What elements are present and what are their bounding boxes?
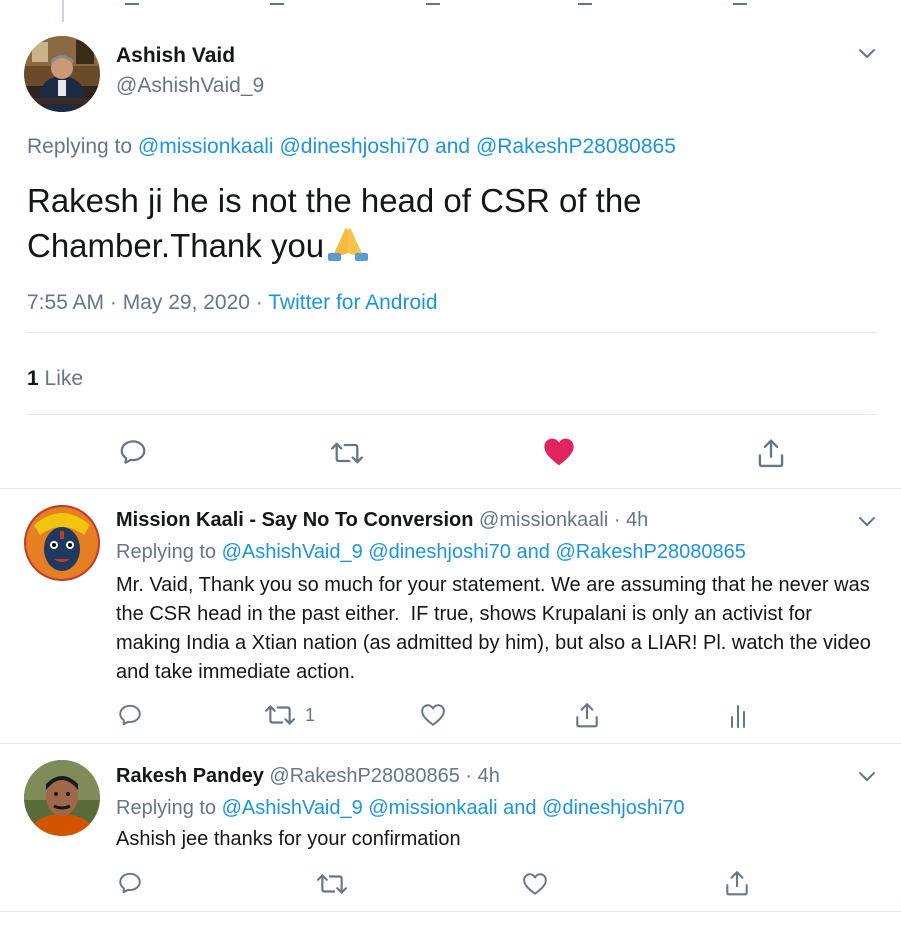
tweet-source-link[interactable]: Twitter for Android <box>268 291 437 314</box>
share-button[interactable] <box>724 869 750 897</box>
retweet-icon[interactable] <box>270 0 284 5</box>
divider <box>27 414 878 415</box>
analytics-icon[interactable] <box>733 0 747 5</box>
mention-link[interactable]: @dineshjoshi70 <box>279 135 429 158</box>
reply-text: Ashish jee thanks for your confirmation <box>116 828 461 850</box>
share-icon <box>758 439 784 468</box>
heart-icon <box>421 704 445 726</box>
mention-link[interactable]: @AshishVaid_9 <box>222 797 363 819</box>
likes-stat[interactable]: 1 Like <box>27 367 83 391</box>
chevron-down-icon[interactable] <box>858 44 876 62</box>
reply-button[interactable] <box>117 870 143 896</box>
avatar[interactable] <box>24 36 100 112</box>
retweet-icon <box>317 874 347 894</box>
share-button[interactable] <box>756 437 786 469</box>
reply-icon <box>119 704 141 726</box>
mention-and[interactable]: and <box>503 797 536 819</box>
mention-link[interactable]: @RakeshP28080865 <box>555 541 745 563</box>
mention-link[interactable]: @AshishVaid_9 <box>222 541 363 563</box>
reply-icon[interactable] <box>125 0 139 5</box>
avatar[interactable] <box>24 760 100 836</box>
analytics-button[interactable] <box>728 703 748 729</box>
replying-to: Replying to @AshishVaid_9 @dineshjoshi70… <box>116 541 746 564</box>
heart-icon <box>523 873 547 895</box>
replying-to: Replying to @AshishVaid_9 @missionkaali … <box>116 797 685 820</box>
tweet-timestamp[interactable]: 7:55 AM · May 29, 2020 · <box>27 291 263 314</box>
like-icon[interactable] <box>426 0 440 5</box>
replying-to-label: Replying to <box>116 797 217 819</box>
divider <box>27 332 878 333</box>
tweet-text-block: Rakesh ji he is not the head of CSR of t… <box>27 178 677 268</box>
mention-and[interactable]: and <box>517 541 550 563</box>
author-handle[interactable]: @RakeshP28080865 · 4h <box>269 765 499 787</box>
avatar[interactable] <box>24 505 100 581</box>
replying-to-label: Replying to <box>27 135 133 158</box>
replying-to: Replying to @missionkaali @dineshjoshi70… <box>27 135 676 159</box>
thread-line <box>62 0 64 22</box>
chevron-down-icon[interactable] <box>858 512 876 530</box>
mention-link[interactable]: @dineshjoshi70 <box>542 797 685 819</box>
analytics-icon <box>731 705 745 728</box>
reply-button[interactable] <box>118 437 148 467</box>
like-button[interactable] <box>522 872 548 896</box>
retweet-count: 1 <box>305 704 316 725</box>
tweet-meta: 7:55 AM · May 29, 2020 · Twitter for And… <box>27 291 438 315</box>
mention-and[interactable]: and <box>435 135 470 158</box>
retweet-button[interactable]: 1 <box>265 702 315 728</box>
reply-header: Mission Kaali - Say No To Conversion @mi… <box>116 509 648 532</box>
retweet-icon <box>265 705 295 725</box>
mention-link[interactable]: @RakeshP28080865 <box>476 135 676 158</box>
retweet-icon <box>331 442 363 464</box>
divider <box>0 743 901 744</box>
share-icon <box>726 871 748 896</box>
mention-link[interactable]: @dineshjoshi70 <box>368 541 511 563</box>
previous-tweet-remnant <box>0 0 901 30</box>
mention-link[interactable]: @missionkaali <box>138 135 274 158</box>
share-button[interactable] <box>574 701 600 729</box>
author-handle[interactable]: @AshishVaid_9 <box>116 74 264 98</box>
likes-count: 1 <box>27 367 39 390</box>
replying-to-label: Replying to <box>116 541 217 563</box>
author-name[interactable]: Ashish Vaid <box>116 44 235 68</box>
reply-icon <box>120 440 146 464</box>
author-name[interactable]: Mission Kaali - Say No To Conversion <box>116 509 473 531</box>
share-icon[interactable] <box>578 0 592 5</box>
like-button[interactable] <box>543 437 575 467</box>
folded-hands-icon <box>328 228 369 261</box>
share-icon <box>576 703 598 728</box>
chevron-down-icon[interactable] <box>858 767 876 785</box>
author-name[interactable]: Rakesh Pandey <box>116 765 264 787</box>
retweet-button[interactable] <box>317 871 347 897</box>
reply-text: Mr. Vaid, Thank you so much for your sta… <box>116 574 877 683</box>
divider <box>0 911 901 912</box>
reply-button[interactable] <box>117 702 143 728</box>
like-button[interactable] <box>420 703 446 727</box>
divider <box>0 488 901 489</box>
reply-header: Rakesh Pandey @RakeshP28080865 · 4h <box>116 765 500 788</box>
retweet-button[interactable] <box>331 439 363 467</box>
likes-label: Like <box>44 367 84 390</box>
reply-icon <box>119 872 141 894</box>
mention-link[interactable]: @missionkaali <box>368 797 497 819</box>
heart-icon <box>544 438 574 466</box>
author-handle[interactable]: @missionkaali · 4h <box>479 509 648 531</box>
